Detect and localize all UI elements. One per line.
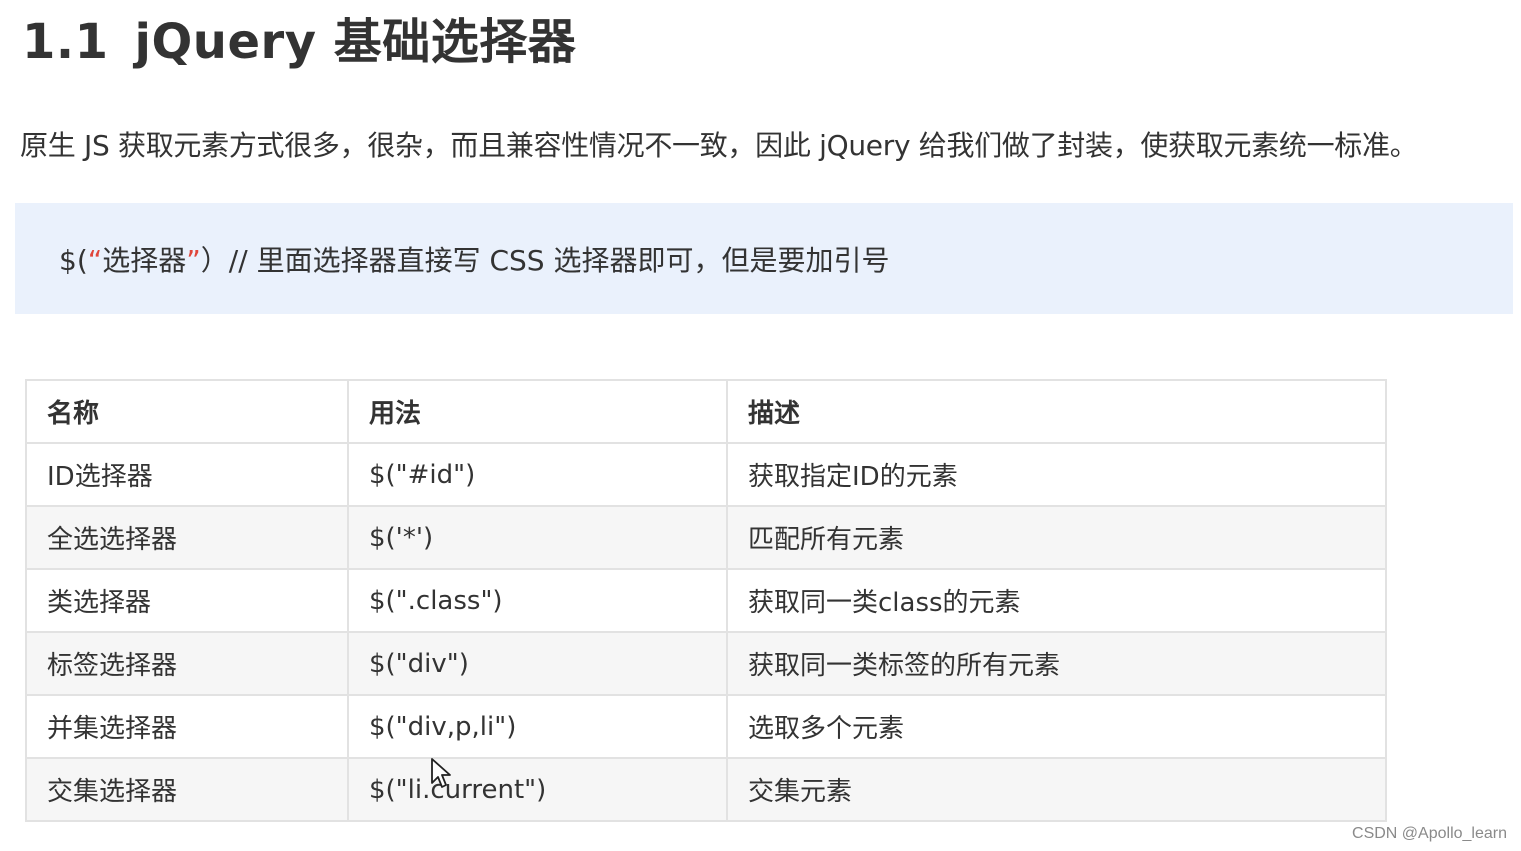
cell-description: 获取指定ID的元素	[726, 442, 1387, 507]
cell-name: 类选择器	[25, 568, 349, 633]
code-syntax-line: $(“选择器”）// 里面选择器直接写 CSS 选择器即可，但是要加引号	[59, 239, 889, 279]
cell-name: 交集选择器	[25, 757, 349, 822]
cell-usage: $(".class")	[347, 568, 728, 633]
code-arg: 选择器	[102, 244, 187, 277]
cell-usage: $("#id")	[347, 442, 728, 507]
document-page: 1.1 jQuery 基础选择器 原生 JS 获取元素方式很多，很杂，而且兼容性情…	[0, 0, 1521, 851]
table-row: 全选选择器 $('*') 匹配所有元素	[25, 505, 1387, 570]
cell-name: ID选择器	[25, 442, 349, 507]
header-description: 描述	[726, 379, 1387, 444]
cell-usage: $("li.current")	[347, 757, 728, 822]
cell-name: 标签选择器	[25, 631, 349, 696]
table-row: ID选择器 $("#id") 获取指定ID的元素	[25, 442, 1387, 507]
cell-name: 并集选择器	[25, 694, 349, 759]
header-name: 名称	[25, 379, 349, 444]
table-row: 标签选择器 $("div") 获取同一类标签的所有元素	[25, 631, 1387, 696]
table-header-row: 名称 用法 描述	[25, 379, 1387, 444]
selector-table: 名称 用法 描述 ID选择器 $("#id") 获取指定ID的元素 全选选择器 …	[25, 379, 1387, 822]
code-suffix: ）// 里面选择器直接写 CSS 选择器即可，但是要加引号	[200, 244, 890, 277]
intro-paragraph: 原生 JS 获取元素方式很多，很杂，而且兼容性情况不一致，因此 jQuery 给…	[20, 129, 1418, 162]
table-row: 并集选择器 $("div,p,li") 选取多个元素	[25, 694, 1387, 759]
cell-usage: $("div,p,li")	[347, 694, 728, 759]
cell-description: 获取同一类标签的所有元素	[726, 631, 1387, 696]
code-quote-open: “	[87, 244, 103, 277]
cell-description: 交集元素	[726, 757, 1387, 822]
section-heading: 1.1 jQuery 基础选择器	[22, 2, 576, 72]
section-number: 1.1	[22, 14, 109, 70]
cell-usage: $('*')	[347, 505, 728, 570]
cell-name: 全选选择器	[25, 505, 349, 570]
cell-description: 匹配所有元素	[726, 505, 1387, 570]
code-syntax-box: $(“选择器”）// 里面选择器直接写 CSS 选择器即可，但是要加引号	[15, 203, 1513, 314]
mouse-pointer-icon	[431, 758, 451, 788]
code-quote-close: ”	[186, 244, 201, 277]
cell-description: 选取多个元素	[726, 694, 1387, 759]
watermark: CSDN @Apollo_learn	[1352, 825, 1507, 842]
header-usage: 用法	[347, 379, 728, 444]
cell-usage: $("div")	[347, 631, 728, 696]
code-prefix: $(	[59, 244, 88, 277]
table-row: 交集选择器 $("li.current") 交集元素	[25, 757, 1387, 822]
section-title: jQuery 基础选择器	[134, 14, 577, 70]
cell-description: 获取同一类class的元素	[726, 568, 1387, 633]
table-row: 类选择器 $(".class") 获取同一类class的元素	[25, 568, 1387, 633]
